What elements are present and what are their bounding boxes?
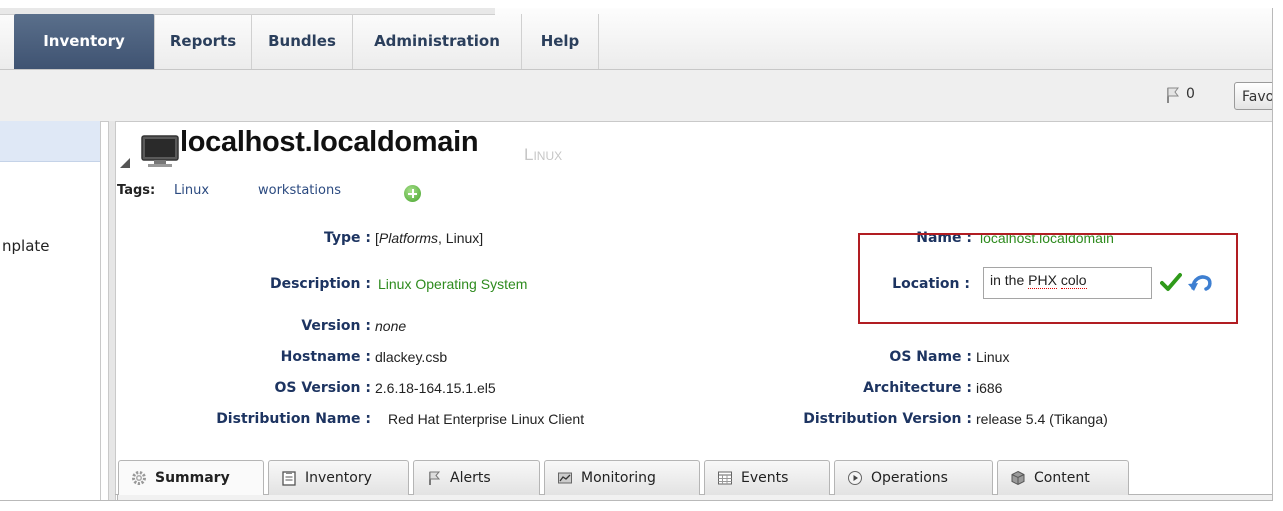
tab-inventory-label: Inventory — [305, 470, 372, 486]
clipboard-icon — [282, 471, 296, 486]
monitor-icon — [141, 135, 179, 167]
menu-inventory[interactable]: Inventory — [14, 14, 155, 69]
add-tag-icon[interactable] — [404, 185, 421, 202]
os-name-label: OS Name : — [889, 349, 972, 365]
tab-content[interactable]: Content — [997, 460, 1129, 496]
version-label: Version : — [301, 318, 371, 334]
resource-type: Linux — [524, 145, 563, 164]
check-icon[interactable] — [1160, 272, 1182, 292]
tab-content-label: Content — [1034, 470, 1090, 486]
tab-monitoring[interactable]: Monitoring — [544, 460, 700, 496]
splitter[interactable] — [108, 121, 116, 500]
collapse-toggle-icon[interactable] — [120, 158, 130, 168]
tab-events[interactable]: Events — [704, 460, 830, 496]
type-value: [Platforms, Linux] — [375, 230, 484, 246]
cube-icon — [1011, 470, 1025, 486]
chart-icon — [558, 472, 572, 484]
left-sidebar: nplate — [0, 121, 101, 500]
undo-icon[interactable] — [1187, 272, 1213, 294]
tab-operations-label: Operations — [871, 470, 948, 486]
sidebar-selected-item[interactable] — [0, 121, 100, 162]
tab-inventory[interactable]: Inventory — [268, 460, 409, 496]
location-input[interactable]: in the PHX colo — [983, 267, 1152, 299]
os-version-label: OS Version : — [274, 380, 371, 396]
os-version-value: 2.6.18-164.15.1.el5 — [375, 380, 496, 396]
favorites-button[interactable]: Favo — [1234, 82, 1272, 110]
play-icon — [848, 471, 862, 485]
architecture-label: Architecture : — [863, 380, 972, 396]
hostname-label: Hostname : — [280, 349, 371, 365]
app-content: Inventory Reports Bundles Administration… — [0, 8, 1273, 501]
version-value: none — [375, 318, 407, 334]
tab-events-label: Events — [741, 470, 789, 486]
type-label: Type : — [323, 230, 371, 246]
tab-summary-label: Summary — [155, 470, 230, 486]
tab-content-area — [117, 495, 1272, 500]
main-menu-bar: Inventory Reports Bundles Administration… — [0, 8, 1272, 70]
menu-administration[interactable]: Administration — [353, 14, 522, 69]
flag-icon — [429, 471, 441, 485]
distribution-name-label: Distribution Name : — [216, 411, 371, 427]
menu-help[interactable]: Help — [522, 14, 599, 69]
tab-alerts-label: Alerts — [450, 470, 491, 486]
hostname-value: dlackey.csb — [375, 349, 448, 365]
description-label: Description : — [269, 276, 371, 292]
architecture-value: i686 — [976, 380, 1003, 396]
tags-label: Tags: — [117, 183, 156, 198]
distribution-version-label: Distribution Version : — [803, 411, 972, 427]
gear-icon — [132, 471, 146, 485]
location-label: Location : — [892, 276, 970, 292]
menu-reports[interactable]: Reports — [155, 14, 252, 69]
sidebar-item-label[interactable]: nplate — [2, 237, 50, 255]
distribution-name-value: Red Hat Enterprise Linux Client — [388, 411, 585, 427]
description-value[interactable]: Linux Operating System — [378, 276, 527, 292]
resource-name: localhost.localdomain — [180, 126, 479, 158]
tab-operations[interactable]: Operations — [834, 460, 993, 496]
window-frame: Inventory Reports Bundles Administration… — [0, 0, 1283, 511]
tab-monitoring-label: Monitoring — [581, 470, 656, 486]
menu-bundles[interactable]: Bundles — [252, 14, 353, 69]
os-name-value: Linux — [976, 349, 1010, 365]
tab-alerts[interactable]: Alerts — [413, 460, 540, 496]
distribution-version-value: release 5.4 (Tikanga) — [976, 411, 1108, 427]
tab-summary[interactable]: Summary — [118, 460, 264, 498]
flag-count: 0 — [1186, 86, 1195, 102]
tag-linux[interactable]: Linux — [174, 183, 209, 198]
flag-icon[interactable] — [1165, 86, 1181, 104]
calendar-icon — [718, 471, 732, 485]
toolbar: 0 Favo — [0, 70, 1272, 122]
tag-workstations[interactable]: workstations — [258, 183, 341, 198]
